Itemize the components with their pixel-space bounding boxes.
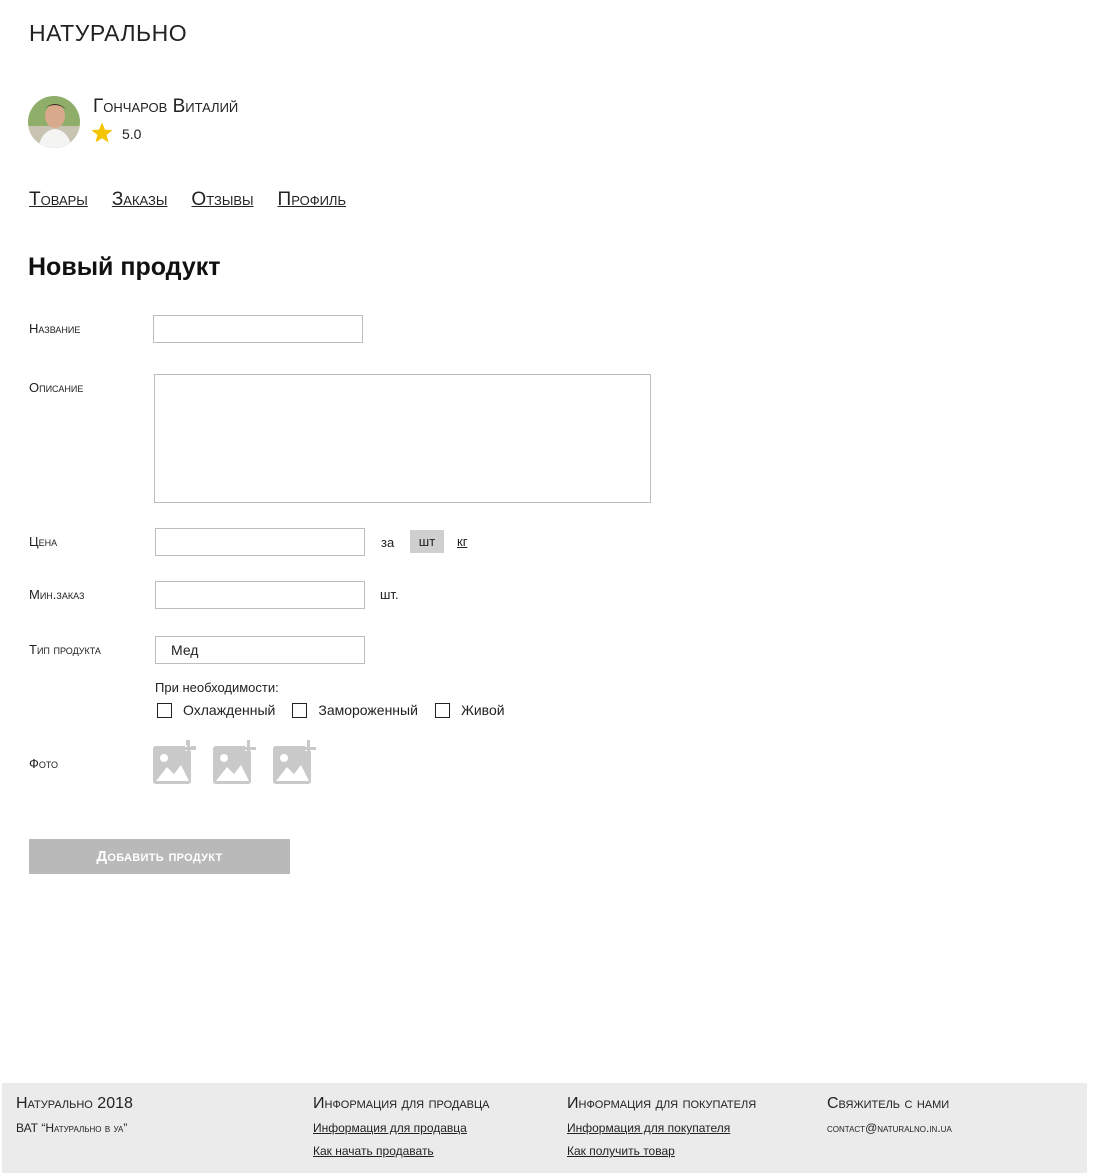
photo-label: Фото <box>29 756 58 771</box>
description-label: Описание <box>29 380 84 395</box>
min-order-unit: шт. <box>380 587 399 602</box>
footer-link-seller-info[interactable]: Информация для продавца <box>313 1121 489 1135</box>
product-type-select[interactable]: Мед <box>155 636 365 664</box>
description-textarea[interactable] <box>154 374 651 503</box>
min-order-input[interactable] <box>155 581 365 609</box>
option-chilled-label: Охлажденный <box>183 702 276 718</box>
user-name: Гончаров Виталий <box>93 96 239 117</box>
if-needed-label: При необходимости: <box>155 680 279 695</box>
footer-link-buyer-info[interactable]: Информация для покупателя <box>567 1121 756 1135</box>
add-photo-icon[interactable] <box>272 740 320 786</box>
footer-email[interactable]: contact@naturalno.in.ua <box>827 1121 952 1135</box>
user-avatar[interactable] <box>28 96 80 148</box>
option-frozen-label: Замороженный <box>318 702 418 718</box>
user-rating: 5.0 <box>122 126 142 142</box>
footer-brand-title: Натурально 2018 <box>16 1095 133 1112</box>
add-photo-icon[interactable] <box>152 740 200 786</box>
name-label: Название <box>29 321 81 336</box>
footer: Натурально 2018 ВАТ “Натурально в уа” Ин… <box>2 1083 1087 1173</box>
footer-col-seller: Информация для продавца Информация для п… <box>313 1095 489 1167</box>
price-input[interactable] <box>155 528 365 556</box>
footer-col-contact: Свяжитель с нами contact@naturalno.in.ua <box>827 1095 952 1144</box>
footer-seller-title: Информация для продавца <box>313 1095 490 1112</box>
unit-kg-toggle[interactable]: кг <box>457 534 467 549</box>
footer-col-brand: Натурально 2018 ВАТ “Натурально в уа” <box>16 1095 133 1144</box>
footer-link-get-goods[interactable]: Как получить товар <box>567 1144 756 1158</box>
name-input[interactable] <box>153 315 363 343</box>
nav-item-orders[interactable]: Заказы <box>112 189 168 211</box>
product-options: Охлажденный Замороженный Живой <box>157 702 522 718</box>
footer-link-start-selling[interactable]: Как начать продавать <box>313 1144 489 1158</box>
footer-buyer-title: Информация для покупателя <box>567 1095 757 1112</box>
checkbox-chilled[interactable] <box>157 702 172 718</box>
option-live[interactable]: Живой <box>434 702 505 718</box>
main-nav: Товары Заказы Отзывы Профиль <box>29 189 370 211</box>
footer-col-buyer: Информация для покупателя Информация для… <box>567 1095 756 1167</box>
option-live-label: Живой <box>460 702 505 718</box>
photo-uploads <box>152 740 332 786</box>
checkbox-live[interactable] <box>434 702 450 718</box>
min-order-label: Мин.заказ <box>29 587 85 602</box>
price-per-label: за <box>381 535 395 550</box>
option-frozen[interactable]: Замороженный <box>292 702 418 718</box>
page-title: Новый продукт <box>28 253 221 281</box>
product-type-label: Тип продукта <box>29 642 101 657</box>
footer-company: ВАТ “Натурально в уа” <box>16 1121 128 1135</box>
nav-item-profile[interactable]: Профиль <box>278 189 346 211</box>
unit-pieces-toggle[interactable]: шт <box>410 530 444 553</box>
checkbox-frozen[interactable] <box>292 702 308 718</box>
star-icon <box>91 122 113 143</box>
site-logo[interactable]: НАТУРАЛЬНО <box>29 20 187 47</box>
option-chilled[interactable]: Охлажденный <box>157 702 275 718</box>
nav-item-reviews[interactable]: Отзывы <box>191 189 253 211</box>
footer-contact-title: Свяжитель с нами <box>827 1095 950 1112</box>
add-photo-icon[interactable] <box>212 740 260 786</box>
nav-item-goods[interactable]: Товары <box>29 189 88 211</box>
add-product-button[interactable]: Добавить продукт <box>29 839 290 874</box>
price-label: Цена <box>29 534 58 549</box>
